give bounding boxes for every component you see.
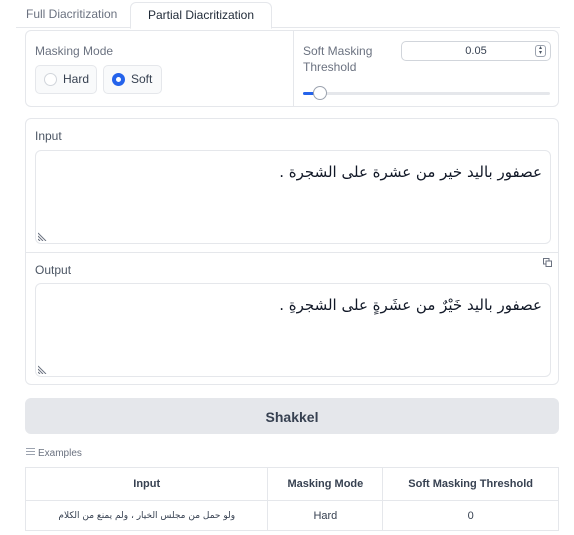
examples-header: Examples — [26, 448, 82, 459]
col-header-masking-mode: Masking Mode — [267, 467, 384, 501]
radio-soft[interactable]: Soft — [103, 65, 162, 94]
examples-table: Input Masking Mode Soft Masking Threshol… — [24, 467, 559, 531]
examples-title: Examples — [38, 448, 82, 459]
threshold-label: Soft Masking Threshold — [303, 44, 373, 74]
masking-mode-label: Masking Mode — [35, 44, 114, 58]
app-root: Full Diacritization Partial Diacritizati… — [0, 0, 574, 535]
output-label: Output — [35, 263, 72, 277]
radio-hard-circle-icon — [44, 73, 57, 86]
radio-soft-label: Soft — [131, 72, 153, 86]
col-header-input: Input — [24, 467, 269, 501]
tab-partial-diacritization[interactable]: Partial Diacritization — [130, 2, 272, 29]
copy-icon[interactable] — [543, 258, 552, 267]
input-textarea[interactable]: عصفور باليد خير من عشرة على الشجرة . — [35, 150, 551, 244]
spinner-icon[interactable]: ▴ ▾ — [535, 45, 546, 57]
resize-handle-icon[interactable] — [38, 231, 48, 241]
io-divider — [26, 252, 558, 253]
threshold-value: 0.05 — [465, 45, 487, 57]
col-header-threshold: Soft Masking Threshold — [382, 467, 559, 501]
list-icon — [26, 448, 35, 455]
radio-hard-label: Hard — [63, 72, 90, 86]
output-textarea[interactable]: عصفور باليد خَيْرٌ من عشَرةٍ على الشجرةِ… — [35, 283, 551, 377]
settings-panel: Masking Mode Hard Soft Soft Masking Thre… — [25, 30, 559, 107]
cell-masking-mode: Hard — [267, 500, 384, 531]
shakkel-button[interactable]: Shakkel — [25, 398, 559, 434]
slider-thumb[interactable] — [313, 86, 327, 100]
examples-header-row: Input Masking Mode Soft Masking Threshol… — [24, 467, 559, 501]
cell-input: ولو حمل من مجلس الخيار ، ولم يمنع من الك… — [24, 500, 269, 531]
threshold-slider[interactable] — [303, 86, 550, 100]
radio-soft-selected-icon — [112, 73, 125, 86]
resize-handle-icon[interactable] — [38, 364, 48, 374]
tab-bar: Full Diacritization Partial Diacritizati… — [16, 0, 560, 29]
table-row[interactable]: ولو حمل من مجلس الخيار ، ولم يمنع من الك… — [24, 500, 559, 531]
threshold-number-input[interactable]: 0.05 ▴ ▾ — [401, 41, 551, 61]
settings-divider — [293, 31, 294, 106]
output-text: عصفور باليد خَيْرٌ من عشَرةٍ على الشجرةِ… — [279, 296, 542, 314]
cell-threshold: 0 — [382, 500, 559, 531]
radio-hard[interactable]: Hard — [35, 65, 97, 94]
input-text: عصفور باليد خير من عشرة على الشجرة . — [279, 163, 542, 181]
io-panel: Input عصفور باليد خير من عشرة على الشجرة… — [25, 118, 559, 385]
tab-full-diacritization[interactable]: Full Diacritization — [26, 2, 117, 28]
input-label: Input — [35, 129, 62, 143]
